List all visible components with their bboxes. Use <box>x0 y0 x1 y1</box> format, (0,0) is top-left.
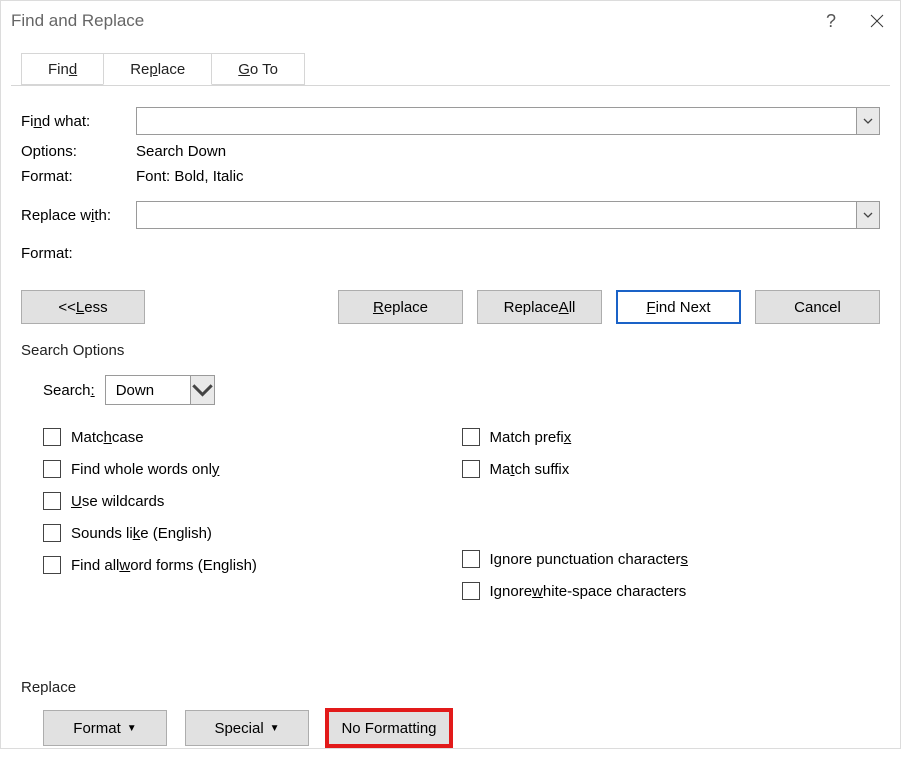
checkbox-box <box>462 582 480 600</box>
replace-with-combo[interactable] <box>136 201 880 229</box>
checkbox-box <box>43 460 61 478</box>
search-direction-select[interactable]: Down <box>105 375 215 405</box>
replace-all-button[interactable]: Replace All <box>477 290 602 324</box>
replace-with-label: Replace with: <box>21 207 136 224</box>
tab-underline <box>11 85 890 86</box>
chevron-down-icon <box>863 118 873 124</box>
search-direction-value: Down <box>106 382 190 399</box>
dialog-title: Find and Replace <box>11 11 808 31</box>
checkbox-wildcards[interactable]: Use wildcards <box>43 485 462 517</box>
tab-replace[interactable]: Replace <box>103 53 212 85</box>
search-options-group: Search Options Search: Down Match case F… <box>21 342 880 607</box>
checkbox-match-prefix[interactable]: Match prefix <box>462 421 881 453</box>
find-replace-dialog: Find and Replace ? Find Replace Go To Fi… <box>0 0 901 749</box>
checkbox-box <box>462 460 480 478</box>
find-format-label: Format: <box>21 168 136 185</box>
replace-group-title: Replace <box>21 679 880 696</box>
replace-format-value <box>136 245 880 262</box>
checkbox-box <box>43 428 61 446</box>
close-icon <box>870 14 884 28</box>
replace-with-input[interactable] <box>137 202 856 228</box>
search-options-title: Search Options <box>21 342 880 359</box>
cancel-button[interactable]: Cancel <box>755 290 880 324</box>
search-direction-label: Search: <box>43 382 95 399</box>
tab-strip: Find Replace Go To <box>21 51 900 85</box>
replace-button[interactable]: Replace <box>338 290 463 324</box>
find-what-dropdown[interactable] <box>856 108 879 134</box>
find-what-combo[interactable] <box>136 107 880 135</box>
format-menu-button[interactable]: Format ▼ <box>43 710 167 746</box>
checkbox-ignore-whitespace[interactable]: Ignore white-space characters <box>462 575 881 607</box>
find-format-value: Font: Bold, Italic <box>136 168 880 185</box>
close-button[interactable] <box>854 1 900 41</box>
options-label: Options: <box>21 143 136 160</box>
checkbox-box <box>462 550 480 568</box>
checkbox-box <box>43 524 61 542</box>
chevron-down-icon <box>863 212 873 218</box>
replace-group: Replace Format ▼ Special ▼ No Formatting <box>21 679 880 746</box>
find-next-button[interactable]: Find Next <box>616 290 741 324</box>
checkbox-match-suffix[interactable]: Match suffix <box>462 453 881 485</box>
find-what-row: Find what: <box>21 107 880 135</box>
replace-with-row: Replace with: <box>21 201 880 229</box>
options-row: Options: Search Down <box>21 143 880 160</box>
checkbox-match-case[interactable]: Match case <box>43 421 462 453</box>
titlebar: Find and Replace ? <box>1 1 900 41</box>
checkbox-column-right: Match prefix Match suffix Ignore punctua… <box>462 421 881 607</box>
checkbox-grid: Match case Find whole words only Use wil… <box>43 421 880 607</box>
checkbox-ignore-punctuation[interactable]: Ignore punctuation characters <box>462 543 881 575</box>
replace-with-dropdown[interactable] <box>856 202 879 228</box>
button-row: << Less Replace Replace All Find Next Ca… <box>21 290 880 324</box>
checkbox-word-forms[interactable]: Find all word forms (English) <box>43 549 462 581</box>
checkbox-whole-words[interactable]: Find whole words only <box>43 453 462 485</box>
find-what-input[interactable] <box>137 108 856 134</box>
no-formatting-button[interactable]: No Formatting <box>327 710 451 746</box>
less-button[interactable]: << Less <box>21 290 145 324</box>
special-menu-button[interactable]: Special ▼ <box>185 710 309 746</box>
find-format-row: Format: Font: Bold, Italic <box>21 168 880 185</box>
search-direction-row: Search: Down <box>43 375 880 405</box>
help-button[interactable]: ? <box>808 1 854 41</box>
checkbox-box <box>462 428 480 446</box>
tab-goto[interactable]: Go To <box>211 53 305 85</box>
replace-format-row: Format: <box>21 245 880 262</box>
replace-format-label: Format: <box>21 245 136 262</box>
checkbox-box <box>43 556 61 574</box>
replace-group-buttons: Format ▼ Special ▼ No Formatting <box>43 710 880 746</box>
chevron-down-icon <box>191 383 214 397</box>
dialog-content: Find what: Options: Search Down Format: … <box>1 85 900 766</box>
caret-down-icon: ▼ <box>127 723 137 734</box>
tab-find[interactable]: Find <box>21 53 104 85</box>
checkbox-column-left: Match case Find whole words only Use wil… <box>43 421 462 607</box>
checkbox-box <box>43 492 61 510</box>
checkbox-sounds-like[interactable]: Sounds like (English) <box>43 517 462 549</box>
options-value: Search Down <box>136 143 880 160</box>
caret-down-icon: ▼ <box>270 723 280 734</box>
search-direction-dropdown[interactable] <box>190 376 214 404</box>
find-what-label: Find what: <box>21 113 136 130</box>
